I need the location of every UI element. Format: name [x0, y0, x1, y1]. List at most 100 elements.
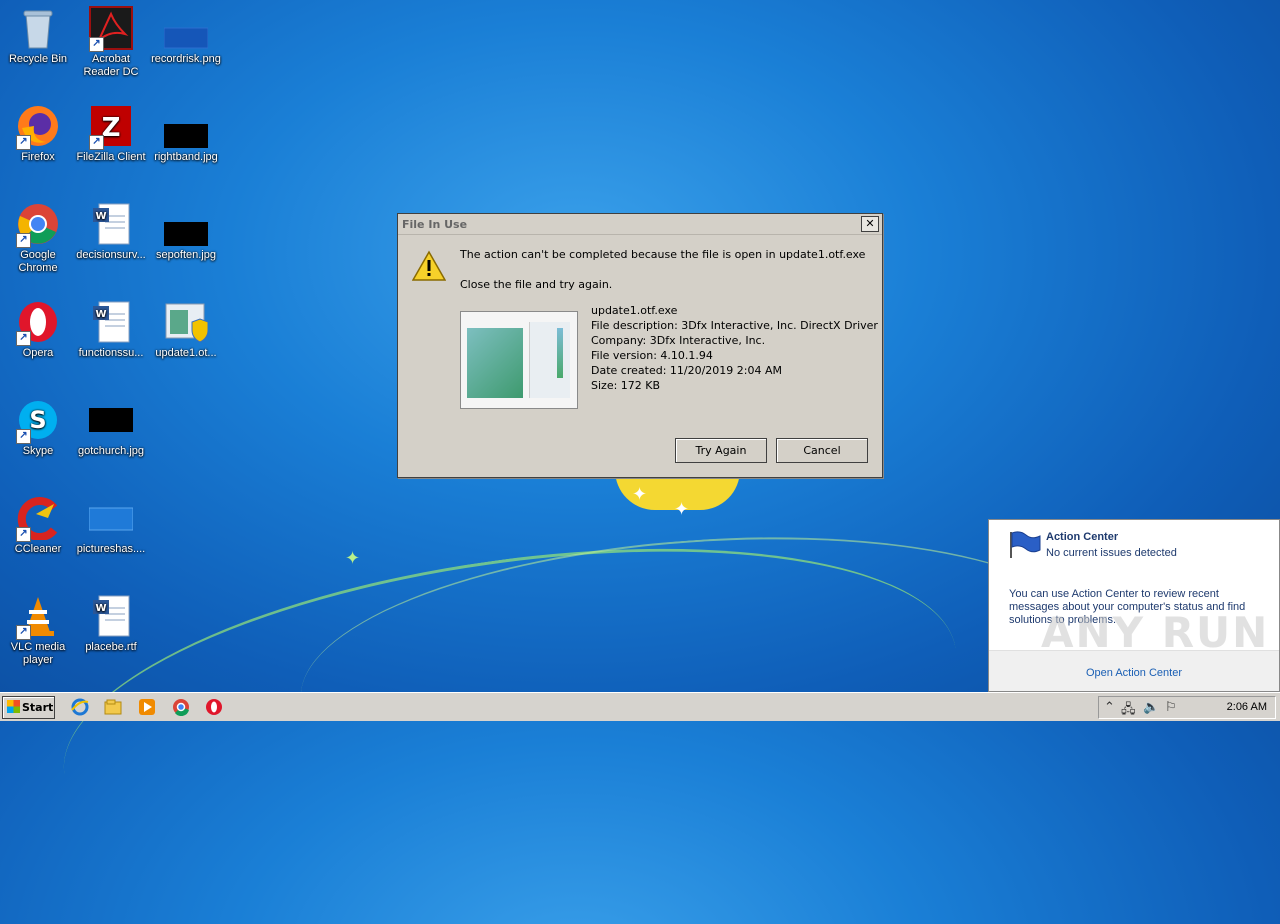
- taskbar-chrome-icon[interactable]: [172, 698, 190, 717]
- taskbar-media-player-icon[interactable]: [138, 698, 156, 716]
- desktop-icon-label: functionssu...: [78, 347, 144, 359]
- start-label: Start: [22, 701, 54, 714]
- chrome-icon: ↗: [16, 202, 60, 248]
- taskbar-ie-icon[interactable]: [71, 698, 89, 716]
- skype-icon: S ↗: [16, 398, 60, 444]
- system-tray: ⌃ 🖧 🔈 ⚐ 2:06 AM: [1098, 696, 1276, 719]
- shortcut-arrow-icon: ↗: [89, 135, 104, 150]
- start-button[interactable]: Start: [2, 696, 55, 719]
- svg-text:Z: Z: [102, 113, 121, 143]
- filezilla-icon: Z ↗: [89, 104, 133, 150]
- image-thumbnail-icon: [89, 398, 133, 442]
- desktop-icon-label: FileZilla Client: [76, 151, 146, 163]
- firefox-icon: ↗: [16, 104, 60, 150]
- desktop-icon-label: Recycle Bin: [8, 53, 68, 65]
- warning-icon: [411, 250, 447, 286]
- desktop-icon-label: CCleaner: [14, 543, 62, 555]
- thumbnail-bar: [557, 328, 563, 378]
- show-hidden-icons-icon[interactable]: ⌃: [1104, 700, 1115, 715]
- image-thumbnail-icon: [164, 104, 208, 148]
- file-name: update1.otf.exe: [591, 304, 678, 317]
- file-company: Company: 3Dfx Interactive, Inc.: [591, 334, 766, 347]
- dialog-titlebar[interactable]: File In Use ✕: [398, 214, 882, 235]
- action-center-popup: Action Center No current issues detected…: [988, 519, 1280, 692]
- shortcut-arrow-icon: ↗: [16, 331, 31, 346]
- svg-text:S: S: [29, 406, 46, 434]
- vlc-cone-icon: ↗: [16, 594, 60, 640]
- dialog-instruction: Close the file and try again.: [460, 278, 613, 291]
- file-size: Size: 172 KB: [591, 379, 661, 392]
- word-document-icon: W: [89, 594, 133, 638]
- word-document-icon: W: [89, 202, 133, 246]
- wallpaper-sparkle: ✦: [345, 548, 361, 569]
- desktop-icon-sepoften[interactable]: sepoften.jpg: [148, 202, 224, 262]
- desktop-icon-label: Acrobat Reader DC: [83, 53, 139, 78]
- wallpaper-sparkle: ✦: [632, 484, 648, 505]
- thumbnail-preview: [467, 328, 523, 398]
- open-action-center-link[interactable]: Open Action Center: [989, 667, 1279, 679]
- image-thumbnail-icon: [88, 496, 134, 540]
- recycle-bin-icon: [16, 6, 60, 50]
- desktop-icon-label: placebe.rtf: [85, 641, 137, 653]
- file-info: update1.otf.exe File description: 3Dfx I…: [591, 303, 878, 393]
- action-center-tray-flag-icon[interactable]: ⚐: [1165, 700, 1177, 715]
- cancel-button[interactable]: Cancel: [776, 438, 868, 463]
- action-center-title: Action Center: [1046, 531, 1119, 543]
- desktop-icon-update1[interactable]: update1.ot...: [148, 300, 224, 360]
- clock[interactable]: 2:06 AM: [1227, 701, 1267, 713]
- desktop-icon-opera[interactable]: ↗ Opera: [0, 300, 76, 360]
- shortcut-arrow-icon: ↗: [16, 135, 31, 150]
- shortcut-arrow-icon: ↗: [16, 429, 31, 444]
- desktop-icon-label: VLC media player: [10, 641, 66, 666]
- desktop-icon-vlc[interactable]: ↗ VLC media player: [0, 594, 76, 667]
- desktop-icon-google-chrome[interactable]: ↗ Google Chrome: [0, 202, 76, 275]
- desktop-icon-label: gotchurch.jpg: [77, 445, 145, 457]
- desktop-icon-recycle-bin[interactable]: Recycle Bin: [0, 6, 76, 66]
- desktop-icon-firefox[interactable]: ↗ Firefox: [0, 104, 76, 164]
- volume-icon[interactable]: 🔈: [1143, 700, 1159, 715]
- network-icon[interactable]: 🖧: [1121, 700, 1136, 722]
- dialog-close-button[interactable]: ✕: [861, 216, 879, 232]
- desktop-icon-gotchurch[interactable]: gotchurch.jpg: [73, 398, 149, 458]
- desktop-icon-placebe[interactable]: W placebe.rtf: [73, 594, 149, 654]
- taskbar-opera-icon[interactable]: [205, 698, 223, 716]
- desktop-icon-label: recordrisk.png: [151, 53, 221, 65]
- acrobat-icon: ↗: [89, 6, 133, 52]
- file-version: File version: 4.10.1.94: [591, 349, 713, 362]
- image-thumbnail-icon: [164, 202, 208, 246]
- image-thumbnail-icon: [163, 6, 209, 50]
- file-date-created: Date created: 11/20/2019 2:04 AM: [591, 364, 783, 377]
- taskbar: Start ⌃ 🖧 🔈 ⚐ 2:06 AM: [0, 692, 1280, 721]
- shortcut-arrow-icon: ↗: [16, 625, 31, 640]
- file-in-use-dialog: File In Use ✕ The action can't be comple…: [397, 213, 883, 478]
- desktop-icon-rightband[interactable]: rightband.jpg: [148, 104, 224, 164]
- desktop-icon-recordrisk[interactable]: recordrisk.png: [148, 6, 224, 66]
- try-again-button[interactable]: Try Again: [675, 438, 767, 463]
- desktop-icon-label: rightband.jpg: [154, 151, 218, 163]
- desktop-icon-label: sepoften.jpg: [156, 249, 216, 261]
- desktop-icon-label: decisionsurv...: [76, 249, 146, 261]
- desktop-icon-acrobat[interactable]: ↗ Acrobat Reader DC: [73, 6, 149, 79]
- desktop-icon-functionssu[interactable]: W functionssu...: [73, 300, 149, 360]
- wallpaper-sparkle: ✦: [674, 499, 690, 520]
- taskbar-explorer-icon[interactable]: [104, 698, 122, 716]
- action-center-flag-icon: [1007, 530, 1041, 564]
- word-document-icon: W: [89, 300, 133, 344]
- svg-text:W: W: [95, 211, 106, 222]
- desktop-icon-pictureshas[interactable]: pictureshas....: [73, 496, 149, 556]
- windows-logo-icon: [7, 700, 20, 713]
- dialog-title: File In Use: [402, 217, 468, 231]
- desktop-icon-label: Google Chrome: [18, 249, 58, 274]
- action-center-subtitle: No current issues detected: [1046, 547, 1177, 559]
- shortcut-arrow-icon: ↗: [16, 233, 31, 248]
- desktop-icon-filezilla[interactable]: Z ↗ FileZilla Client: [73, 104, 149, 164]
- desktop-icon-label: update1.ot...: [155, 347, 217, 359]
- svg-text:W: W: [95, 603, 106, 614]
- desktop-icon-label: Skype: [22, 445, 54, 457]
- desktop-icon-label: Firefox: [21, 151, 55, 163]
- svg-text:W: W: [95, 309, 106, 320]
- desktop-icon-skype[interactable]: S ↗ Skype: [0, 398, 76, 458]
- desktop-icon-decisionsurv[interactable]: W decisionsurv...: [73, 202, 149, 262]
- desktop-icon-label: Opera: [22, 347, 54, 359]
- desktop-icon-ccleaner[interactable]: ↗ CCleaner: [0, 496, 76, 556]
